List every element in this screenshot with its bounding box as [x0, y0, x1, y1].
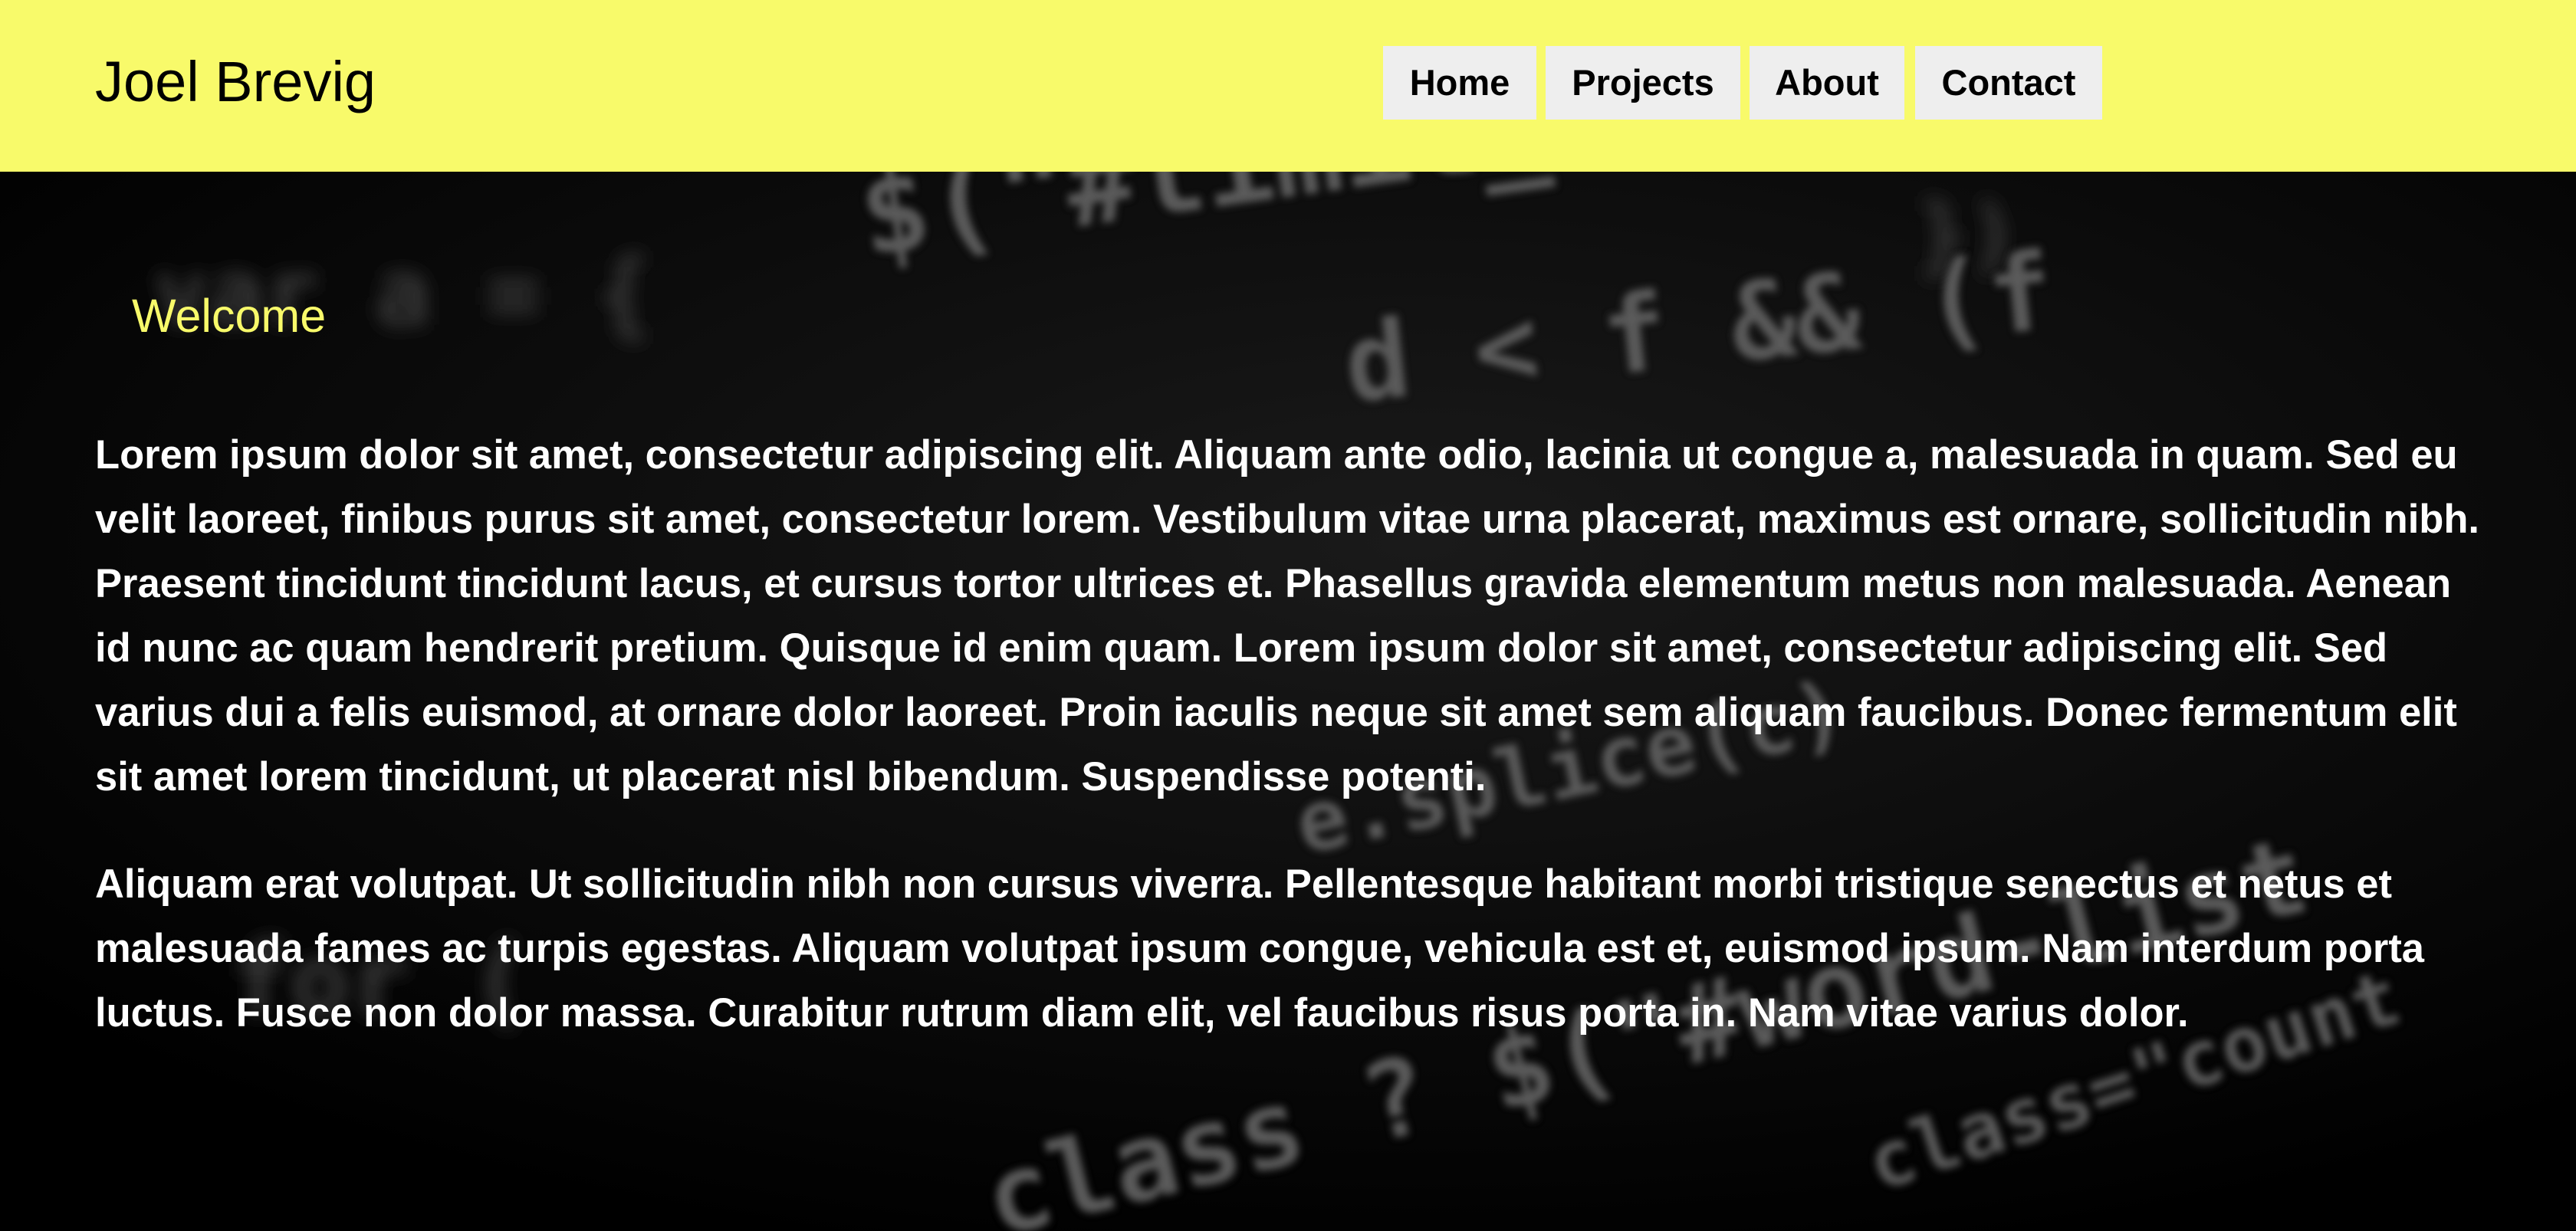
nav-home-button[interactable]: Home [1383, 46, 1536, 120]
intro-paragraph-1: Lorem ipsum dolor sit amet, consectetur … [95, 432, 2480, 799]
page-title: Welcome [132, 290, 327, 342]
intro-paragraph-2: Aliquam erat volutpat. Ut sollicitudin n… [95, 862, 2425, 1036]
nav-about-button[interactable]: About [1750, 46, 1904, 120]
page: Joel Brevig Home Projects About Contact [0, 0, 2576, 1231]
nav-contact-button[interactable]: Contact [1915, 46, 2102, 120]
nav-projects-button[interactable]: Projects [1546, 46, 1740, 120]
site-brand[interactable]: Joel Brevig [95, 48, 376, 117]
site-header: Joel Brevig Home Projects About Contact [0, 0, 2576, 172]
